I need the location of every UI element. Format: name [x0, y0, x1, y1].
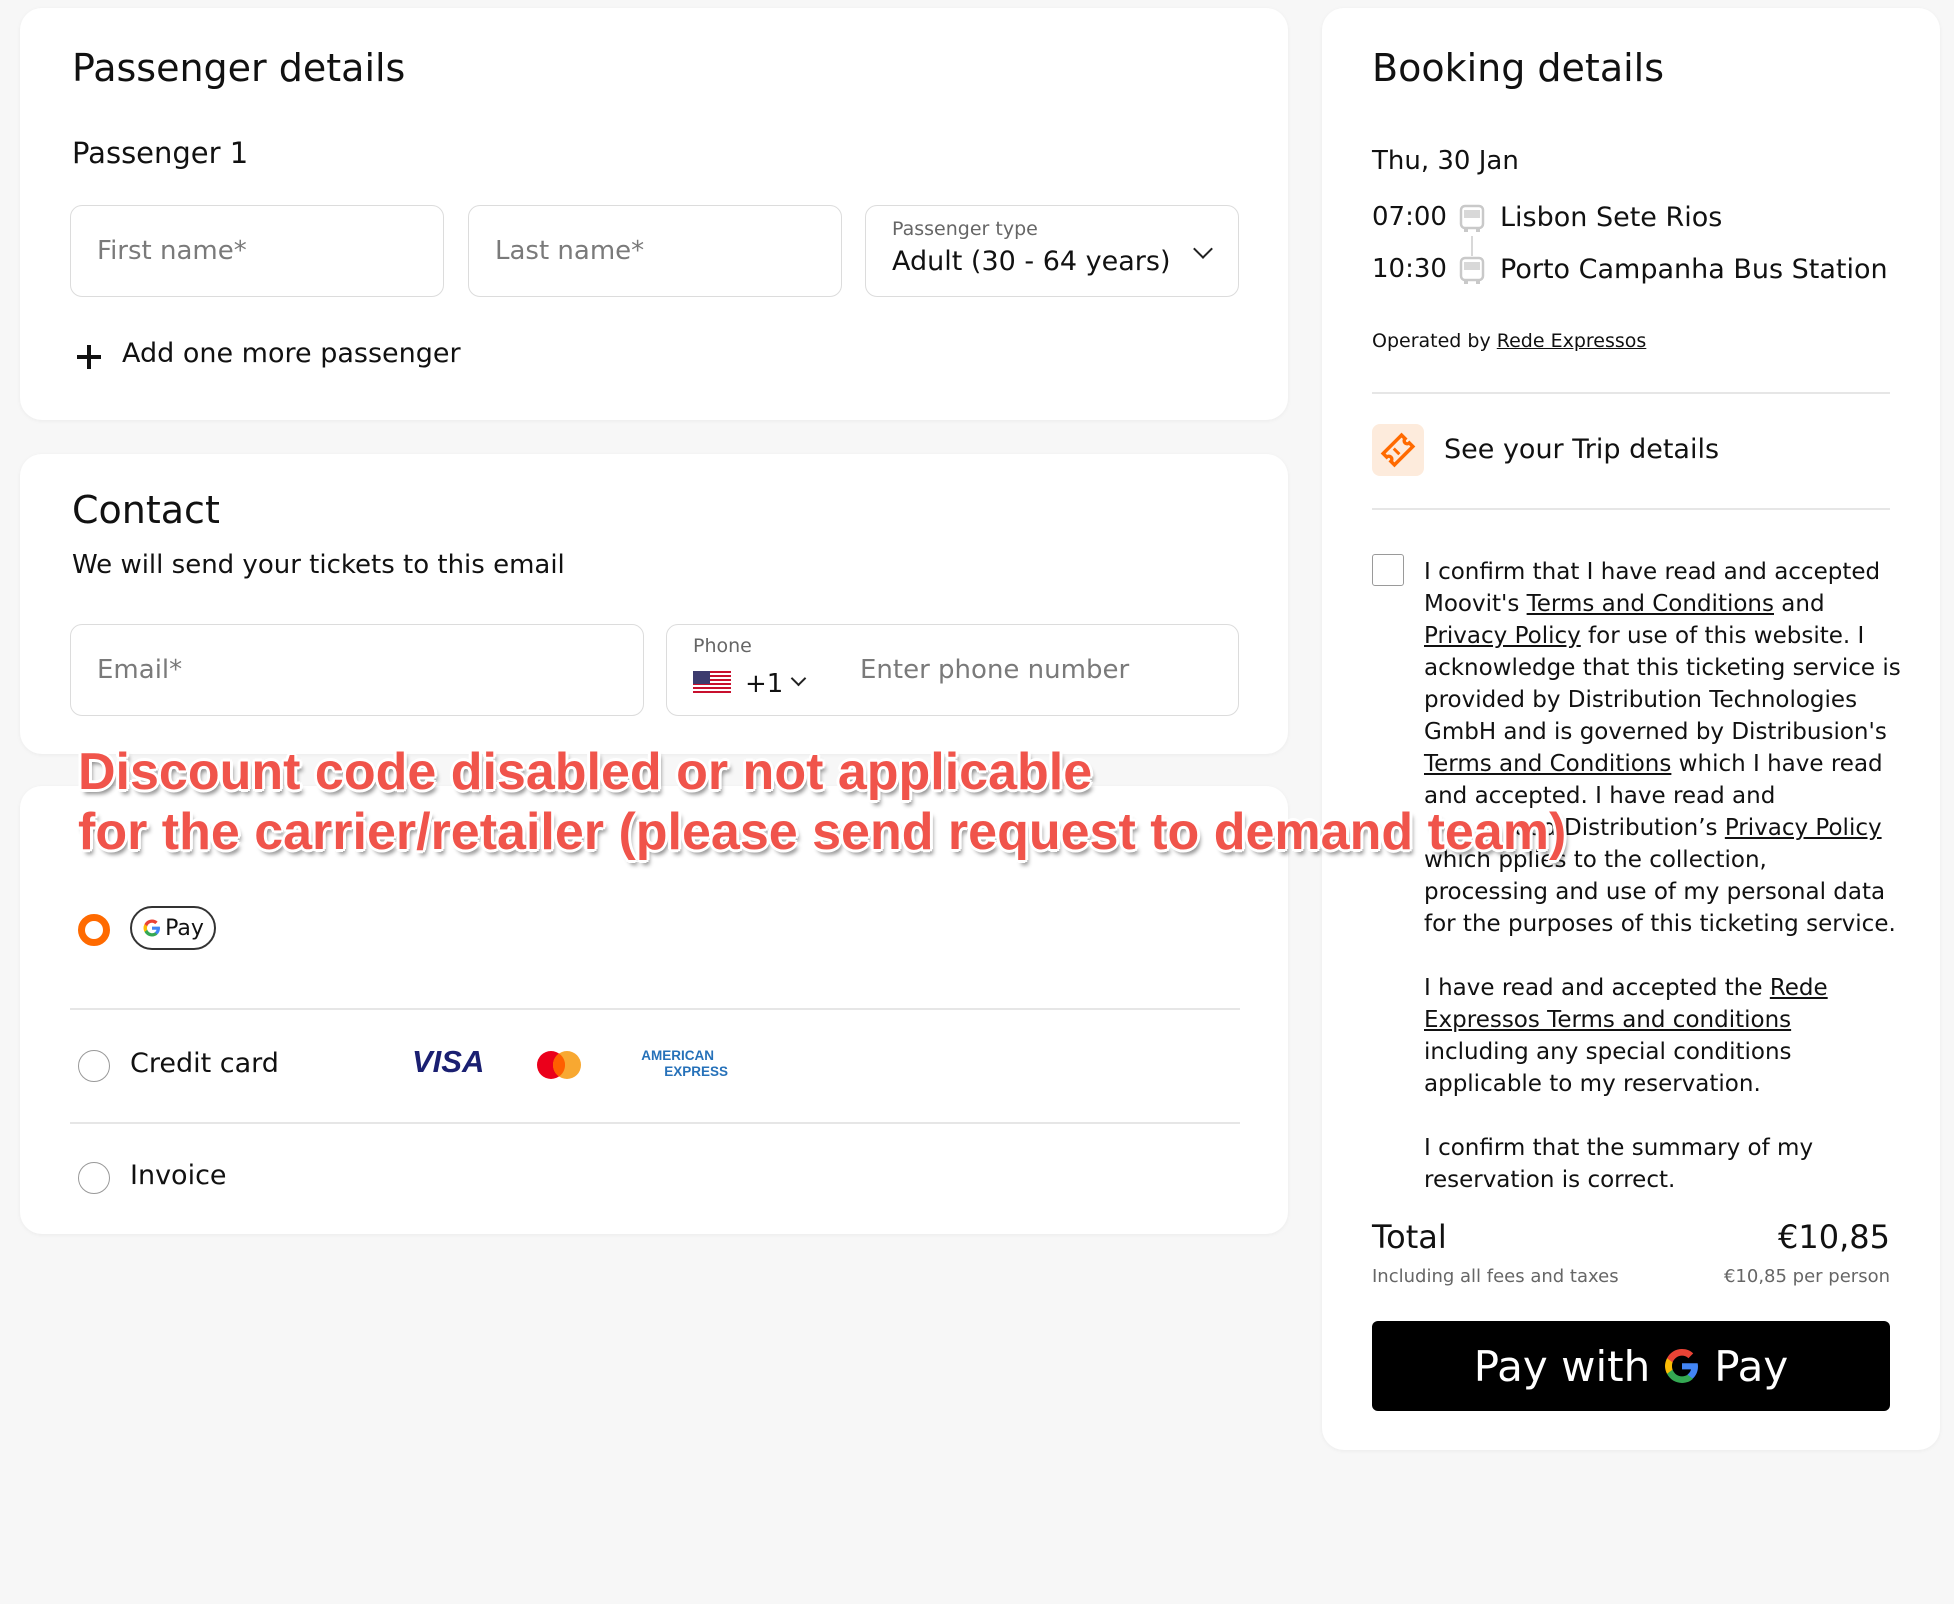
distribusion-privacy-link[interactable]: Privacy Policy: [1725, 815, 1882, 841]
phone-field[interactable]: Phone +1 Enter phone number: [666, 624, 1239, 716]
plus-icon: [77, 345, 101, 369]
terms-spacer: [1424, 940, 1904, 972]
booking-details-card: Booking details Thu, 30 Jan 07:00 Lisbon…: [1322, 8, 1940, 1450]
moovit-terms-link[interactable]: Terms and Conditions: [1527, 591, 1774, 617]
country-code-select[interactable]: +1: [693, 667, 813, 703]
phone-label: Phone: [693, 635, 752, 657]
terms-line: Moovit's Terms and Conditions and: [1424, 588, 1904, 620]
terms-text-span: I have read and accepted the: [1424, 975, 1770, 1001]
phone-number-placeholder: Enter phone number: [860, 655, 1130, 685]
payment-option-credit-card[interactable]: Credit card VISA AMERICAN EXPRESS: [78, 1036, 1228, 1096]
google-g-icon: [143, 919, 161, 937]
terms-text: I confirm that I have read and accepted …: [1424, 556, 1904, 1196]
departure-time: 07:00: [1372, 202, 1447, 232]
divider: [70, 1122, 1240, 1124]
divider: [70, 1008, 1240, 1010]
passenger-type-select[interactable]: Passenger type Adult (30 - 64 years): [865, 205, 1239, 297]
google-g-icon: [1665, 1349, 1699, 1383]
terms-checkbox[interactable]: [1372, 554, 1404, 586]
payment-option-gpay[interactable]: Pay: [78, 906, 1228, 966]
add-passenger-label: Add one more passenger: [122, 338, 461, 369]
first-name-field[interactable]: First name*: [70, 205, 444, 297]
amex-line-1: AMERICAN: [641, 1048, 714, 1063]
discount-annotation: Discount code disabled or not applicable…: [78, 742, 1566, 862]
divider: [1372, 392, 1890, 394]
last-name-field[interactable]: Last name*: [468, 205, 842, 297]
terms-line: applicable to my reservation.: [1424, 1071, 1761, 1097]
invoice-radio[interactable]: [78, 1162, 110, 1194]
credit-card-radio[interactable]: [78, 1050, 110, 1082]
per-person-price: €10,85 per person: [1723, 1266, 1890, 1287]
passenger-type-label: Passenger type: [892, 218, 1038, 240]
moovit-privacy-link[interactable]: Privacy Policy: [1424, 623, 1581, 649]
rede-terms-link[interactable]: Rede: [1770, 975, 1828, 1001]
passenger-type-value: Adult (30 - 64 years): [892, 246, 1171, 277]
email-placeholder: Email*: [97, 655, 183, 685]
rede-terms-link[interactable]: Expressos Terms and conditions: [1424, 1004, 1904, 1036]
terms-line: acknowledge that this ticketing service …: [1424, 655, 1901, 681]
terms-line: including any special conditions: [1424, 1039, 1792, 1065]
total-label: Total: [1372, 1218, 1447, 1256]
chevron-down-icon: [1193, 239, 1213, 259]
total-value: €10,85: [1778, 1218, 1890, 1256]
terms-line: for the purposes of this ticketing servi…: [1424, 911, 1896, 937]
arrival-station: Porto Campanha Bus Station: [1500, 254, 1888, 285]
terms-spacer: [1424, 1100, 1904, 1132]
credit-card-label: Credit card: [130, 1048, 279, 1079]
operator-link[interactable]: Rede Expressos: [1497, 330, 1647, 352]
gpay-radio[interactable]: [78, 914, 110, 946]
operated-by-label: Operated by: [1372, 330, 1491, 352]
fees-note: Including all fees and taxes: [1372, 1266, 1619, 1287]
pay-button-prefix: Pay with: [1473, 1341, 1651, 1391]
annotation-line-1: Discount code disabled or not applicable: [78, 743, 1093, 801]
phone-country-code: +1: [745, 669, 784, 699]
terms-line: I have read and accepted the Rede: [1424, 972, 1904, 1004]
amex-line-2: EXPRESS: [664, 1064, 728, 1079]
gpay-chip-label: Pay: [165, 915, 204, 941]
terms-line: reservation is correct.: [1424, 1167, 1676, 1193]
route-connector: [1471, 236, 1473, 256]
terms-text-span: which I have read: [1671, 751, 1883, 777]
amex-logo: AMERICAN EXPRESS: [608, 1048, 728, 1080]
operated-by: Operated by Rede Expressos: [1372, 330, 1646, 352]
us-flag-icon: [693, 671, 731, 695]
chevron-down-icon: [790, 670, 807, 687]
visa-logo: VISA: [412, 1044, 485, 1079]
contact-title: Contact: [72, 488, 220, 532]
terms-text-span: and: [1774, 591, 1825, 617]
email-field[interactable]: Email*: [70, 624, 644, 716]
departure-station: Lisbon Sete Rios: [1500, 202, 1723, 233]
bus-icon: [1459, 204, 1485, 232]
mastercard-icon: [537, 1051, 581, 1079]
contact-subtitle: We will send your tickets to this email: [72, 550, 565, 580]
terms-line: provided by Distribution Technologies: [1424, 687, 1858, 713]
gpay-chip: Pay: [130, 906, 216, 950]
bus-icon: [1459, 256, 1485, 284]
trip-details-label: See your Trip details: [1444, 434, 1720, 465]
terms-text-span: Moovit's: [1424, 591, 1527, 617]
payment-option-invoice[interactable]: Invoice: [78, 1148, 1228, 1208]
trip-date: Thu, 30 Jan: [1372, 146, 1519, 176]
contact-card: Contact We will send your tickets to thi…: [20, 454, 1288, 754]
arrival-time: 10:30: [1372, 254, 1447, 284]
invoice-label: Invoice: [130, 1160, 227, 1191]
annotation-line-2: for the carrier/retailer (please send re…: [78, 803, 1567, 861]
terms-line: processing and use of my personal data: [1424, 879, 1886, 905]
ticket-icon: [1372, 424, 1424, 476]
passenger-details-title: Passenger details: [72, 46, 406, 90]
passenger-1-label: Passenger 1: [72, 136, 249, 170]
terms-text-span: for use of this website. I: [1580, 623, 1865, 649]
divider: [1372, 508, 1890, 510]
terms-line: Privacy Policy for use of this website. …: [1424, 620, 1904, 652]
first-name-placeholder: First name*: [97, 236, 247, 266]
terms-line: I confirm that I have read and accepted: [1424, 559, 1881, 585]
trip-details-link[interactable]: See your Trip details: [1372, 424, 1890, 478]
terms-line: I confirm that the summary of my: [1424, 1135, 1814, 1161]
ticket-glyph: [1380, 432, 1416, 468]
pay-button-suffix: Pay: [1714, 1341, 1789, 1391]
passenger-details-card: Passenger details Passenger 1 First name…: [20, 8, 1288, 420]
pay-with-gpay-button[interactable]: Pay with Pay: [1372, 1321, 1890, 1411]
last-name-placeholder: Last name*: [495, 236, 645, 266]
booking-details-title: Booking details: [1372, 46, 1665, 90]
